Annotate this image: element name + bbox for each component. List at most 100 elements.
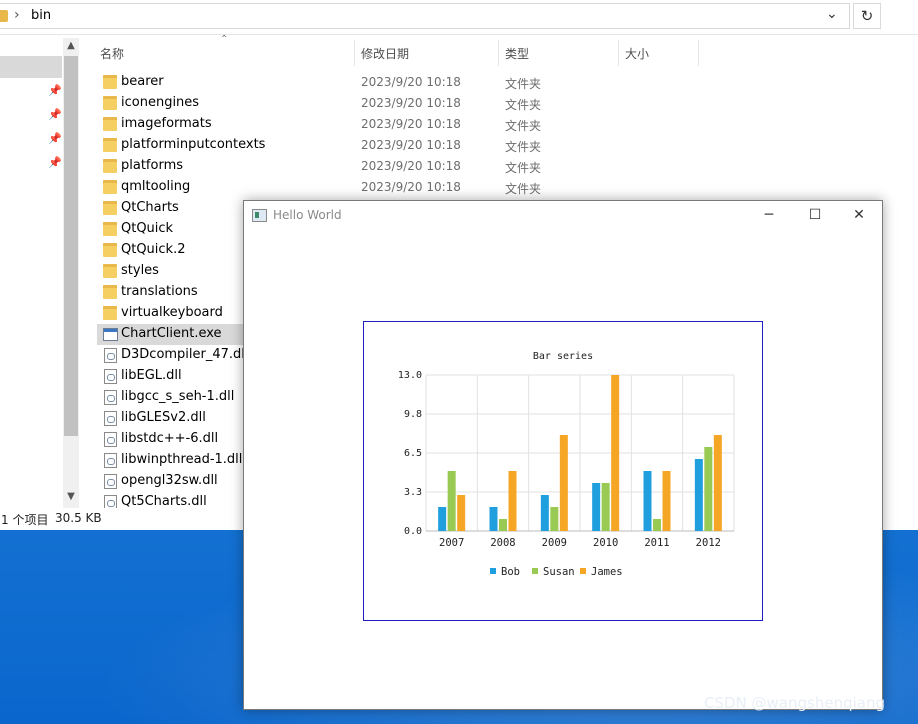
chevron-right-icon: ›: [14, 7, 20, 23]
file-row[interactable]: platforms 2023/9/20 10:18 文件夹: [97, 156, 697, 177]
bar-bob: [540, 495, 549, 531]
file-row[interactable]: ChartClient.exe: [97, 324, 243, 345]
nav-scrollbar[interactable]: ▲ ▼: [63, 38, 79, 508]
file-name[interactable]: imageformats: [121, 116, 212, 131]
folder-icon: [103, 96, 117, 110]
dll-icon: [104, 369, 117, 384]
x-tick-label: 2010: [593, 537, 618, 549]
legend-marker-bob: [490, 568, 496, 574]
column-header-type[interactable]: 类型: [505, 45, 529, 62]
column-divider[interactable]: [354, 40, 355, 66]
address-box[interactable]: › bin ⌄: [0, 3, 850, 29]
scroll-up-icon[interactable]: ▲: [63, 40, 79, 51]
file-name[interactable]: libstdc++-6.dll: [121, 431, 218, 446]
file-row[interactable]: iconengines 2023/9/20 10:18 文件夹: [97, 93, 697, 114]
y-tick-label: 6.5: [404, 448, 422, 459]
dll-icon: [104, 432, 117, 447]
column-header-size[interactable]: 大小: [625, 45, 649, 62]
file-name[interactable]: ChartClient.exe: [121, 326, 222, 341]
file-name[interactable]: styles: [121, 263, 159, 278]
maximize-button[interactable]: ☐: [792, 201, 838, 231]
file-row[interactable]: bearer 2023/9/20 10:18 文件夹: [97, 72, 697, 93]
file-name[interactable]: platforms: [121, 158, 183, 173]
file-date: 2023/9/20 10:18: [361, 180, 461, 194]
bar-james: [662, 471, 671, 531]
chevron-down-icon[interactable]: ⌄: [826, 6, 838, 22]
file-name[interactable]: libgcc_s_seh-1.dll: [121, 389, 234, 404]
sort-ascending-icon: ⌃: [220, 34, 229, 45]
column-divider[interactable]: [698, 40, 699, 66]
file-name[interactable]: iconengines: [121, 95, 199, 110]
column-header-name[interactable]: 名称: [100, 45, 124, 62]
bar-bob: [694, 459, 703, 531]
file-date: 2023/9/20 10:18: [361, 96, 461, 110]
legend-marker-susan: [532, 568, 538, 574]
file-name[interactable]: qmltooling: [121, 179, 190, 194]
file-name[interactable]: libwinpthread-1.dll: [121, 452, 242, 467]
column-divider[interactable]: [498, 40, 499, 66]
close-button[interactable]: ✕: [836, 201, 882, 231]
nav-selected-item[interactable]: [0, 56, 62, 78]
column-divider[interactable]: [618, 40, 619, 66]
watermark-text: CSDN @wangshenqiang: [704, 694, 885, 712]
file-name[interactable]: bearer: [121, 74, 164, 89]
file-name[interactable]: opengl32sw.dll: [121, 473, 218, 488]
legend-marker-james: [580, 568, 586, 574]
folder-icon: [103, 159, 117, 173]
pin-icon[interactable]: 📌: [48, 132, 62, 145]
minimize-button[interactable]: ─: [746, 201, 792, 231]
file-name[interactable]: libEGL.dll: [121, 368, 182, 383]
column-header-date[interactable]: 修改日期: [361, 45, 409, 62]
app-icon: [252, 209, 267, 222]
qt-chart-window: Hello World ─ ☐ ✕ Bar series 0.0 3.3 6.5 9.…: [243, 200, 883, 710]
y-tick-label: 9.8: [404, 409, 422, 420]
scroll-down-icon[interactable]: ▼: [63, 491, 79, 502]
folder-icon: [103, 138, 117, 152]
pin-icon[interactable]: 📌: [48, 108, 62, 121]
file-name[interactable]: libGLESv2.dll: [121, 410, 206, 425]
refresh-button[interactable]: ↻: [853, 3, 881, 29]
bar-susan: [704, 447, 713, 531]
window-title: Hello World: [273, 208, 342, 222]
file-name[interactable]: translations: [121, 284, 198, 299]
dll-icon: [104, 474, 117, 489]
file-type: 文件夹: [505, 119, 542, 133]
bar-susan: [447, 471, 456, 531]
pin-icon[interactable]: 📌: [48, 156, 62, 169]
close-icon: ✕: [853, 207, 865, 223]
dll-icon: [104, 453, 117, 468]
folder-icon: [103, 285, 117, 299]
file-row[interactable]: qmltooling 2023/9/20 10:18 文件夹: [97, 177, 697, 198]
file-type: 文件夹: [505, 77, 542, 91]
file-name[interactable]: QtQuick: [121, 221, 173, 236]
bar-bob: [592, 483, 601, 531]
file-name[interactable]: platforminputcontexts: [121, 137, 265, 152]
window-titlebar[interactable]: Hello World ─ ☐ ✕: [244, 201, 882, 231]
y-tick-label: 3.3: [404, 487, 422, 498]
x-tick-label: 2007: [439, 537, 464, 549]
pin-icon[interactable]: 📌: [48, 84, 62, 97]
address-bar: › bin ⌄ ↻: [0, 0, 918, 35]
file-name[interactable]: Qt5Charts.dll: [121, 494, 207, 508]
file-type: 文件夹: [505, 140, 542, 154]
status-selection-count: 1 个项目: [1, 513, 49, 527]
address-path[interactable]: bin: [31, 8, 51, 23]
x-tick-label: 2011: [644, 537, 669, 549]
file-date: 2023/9/20 10:18: [361, 159, 461, 173]
x-tick-label: 2008: [490, 537, 515, 549]
exe-icon: [103, 328, 118, 341]
file-name[interactable]: D3Dcompiler_47.dll: [121, 347, 249, 362]
folder-icon: [103, 222, 117, 236]
y-tick-label: 13.0: [398, 370, 422, 381]
dll-icon: [104, 390, 117, 405]
file-row[interactable]: imageformats 2023/9/20 10:18 文件夹: [97, 114, 697, 135]
file-name[interactable]: QtQuick.2: [121, 242, 186, 257]
bar-susan: [499, 519, 507, 531]
file-name[interactable]: QtCharts: [121, 200, 179, 215]
bar-susan: [601, 483, 610, 531]
scrollbar-thumb[interactable]: [64, 56, 78, 436]
file-row[interactable]: platforminputcontexts 2023/9/20 10:18 文件夹: [97, 135, 697, 156]
y-tick-label: 0.0: [404, 526, 422, 537]
folder-icon: [0, 10, 8, 22]
file-name[interactable]: virtualkeyboard: [121, 305, 223, 320]
